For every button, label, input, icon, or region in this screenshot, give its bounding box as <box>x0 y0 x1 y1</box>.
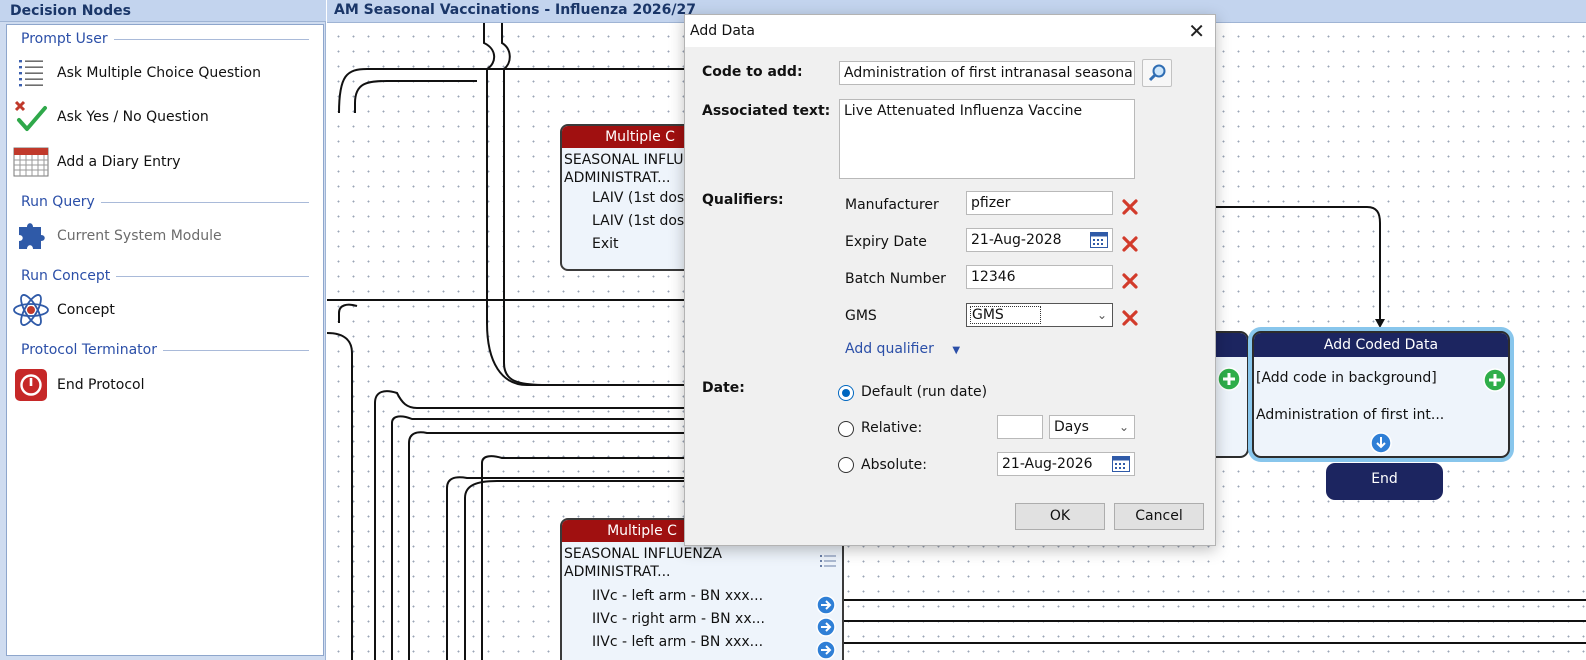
toolbox: Prompt User Ask Multiple Choice Question… <box>6 24 324 656</box>
node-line: [Add code in background] <box>1256 370 1437 386</box>
relative-date-radio[interactable] <box>838 421 854 437</box>
group-heading-protocol-terminator: Protocol Terminator <box>21 341 309 359</box>
radio-label: Default (run date) <box>861 384 988 400</box>
chevron-down-icon: ⌄ <box>1096 308 1107 322</box>
yes-no-icon <box>11 98 51 136</box>
ask-yes-no-tool[interactable]: Ask Yes / No Question <box>11 97 311 137</box>
relative-unit-select[interactable]: Days ⌄ <box>1049 415 1135 439</box>
radio-label: Relative: <box>861 420 923 436</box>
close-icon[interactable]: ✕ <box>1188 19 1205 43</box>
qualifier-name: GMS <box>845 308 877 324</box>
expiry-date-field[interactable]: 21-Aug-2028 <box>966 228 1113 252</box>
tool-label: Concept <box>57 302 115 318</box>
tool-label: Current System Module <box>57 228 222 244</box>
search-button[interactable] <box>1142 59 1172 87</box>
relative-amount-field[interactable] <box>997 415 1043 439</box>
tool-label: Add a Diary Entry <box>57 154 181 170</box>
tool-label: Ask Multiple Choice Question <box>57 65 261 81</box>
dialog-title: Add Data <box>690 23 755 39</box>
node-option: IIVc - left arm - BN xxx... <box>592 634 764 650</box>
remove-icon[interactable] <box>1121 198 1139 216</box>
end-protocol-tool[interactable]: End Protocol <box>11 365 311 405</box>
power-icon <box>11 366 51 404</box>
date-label: Date: <box>702 380 745 396</box>
add-coded-data-node[interactable]: Add Coded Data [Add code in background] … <box>1252 331 1510 458</box>
list-icon <box>819 553 837 575</box>
calendar-icon[interactable] <box>1112 456 1130 475</box>
node-question-line: ADMINISTRAT... <box>564 564 671 580</box>
radio-label: Absolute: <box>861 457 927 473</box>
add-qualifier-link[interactable]: Add qualifier ▼ <box>845 341 960 357</box>
node-option: IIVc - left arm - BN xxx... <box>592 588 764 604</box>
gms-select[interactable]: GMS ⌄ <box>966 303 1113 327</box>
qualifiers-label: Qualifiers: <box>702 192 784 208</box>
down-arrow-icon[interactable] <box>1369 432 1393 460</box>
puzzle-icon <box>11 217 51 255</box>
search-icon <box>1147 63 1167 87</box>
concept-tool[interactable]: Concept <box>11 290 311 330</box>
add-branch-icon[interactable] <box>1217 367 1241 395</box>
absolute-date-radio[interactable] <box>838 457 854 473</box>
qualifier-name: Batch Number <box>845 271 946 287</box>
calendar-icon[interactable] <box>1090 232 1108 251</box>
atom-icon <box>11 291 51 329</box>
dropdown-arrow-icon: ▼ <box>952 345 961 356</box>
tool-label: End Protocol <box>57 377 145 393</box>
ok-button[interactable]: OK <box>1015 503 1105 530</box>
end-node[interactable]: End <box>1326 463 1443 500</box>
associated-text-field[interactable]: Live Attenuated Influenza Vaccine <box>839 99 1135 179</box>
add-branch-icon[interactable] <box>1483 368 1507 396</box>
panel-title: Decision Nodes <box>0 0 326 22</box>
batch-number-field[interactable]: 12346 <box>966 265 1113 289</box>
option-arrow-icon[interactable] <box>815 639 837 660</box>
dialog-titlebar: Add Data ✕ <box>685 15 1215 47</box>
decision-nodes-panel: Decision Nodes Prompt User Ask Multiple … <box>0 0 326 660</box>
remove-icon[interactable] <box>1121 272 1139 290</box>
node-header: Add Coded Data <box>1254 333 1508 357</box>
group-heading-prompt-user: Prompt User <box>21 30 309 48</box>
remove-icon[interactable] <box>1121 309 1139 327</box>
code-field[interactable]: Administration of first intranasal seaso… <box>839 61 1135 85</box>
cancel-button[interactable]: Cancel <box>1114 503 1204 530</box>
chevron-down-icon: ⌄ <box>1118 420 1129 434</box>
absolute-date-field[interactable]: 21-Aug-2026 <box>997 452 1135 476</box>
qualifier-name: Manufacturer <box>845 197 939 213</box>
code-label: Code to add: <box>702 64 803 80</box>
group-heading-run-concept: Run Concept <box>21 267 309 285</box>
node-line: Administration of first int... <box>1256 407 1445 423</box>
remove-icon[interactable] <box>1121 235 1139 253</box>
tool-label: Ask Yes / No Question <box>57 109 209 125</box>
qualifier-name: Expiry Date <box>845 234 927 250</box>
ask-multiple-choice-tool[interactable]: Ask Multiple Choice Question <box>11 53 311 93</box>
current-system-module-tool[interactable]: Current System Module <box>11 216 311 256</box>
add-data-dialog: Add Data ✕ Code to add: Administration o… <box>684 14 1216 546</box>
group-heading-run-query: Run Query <box>21 193 309 211</box>
add-diary-entry-tool[interactable]: Add a Diary Entry <box>11 142 311 182</box>
default-date-radio[interactable] <box>838 385 854 401</box>
node-option: IIVc - right arm - BN xx... <box>592 611 765 627</box>
list-icon <box>11 54 51 92</box>
manufacturer-field[interactable]: pfizer <box>966 191 1113 215</box>
associated-text-label: Associated text: <box>702 103 831 119</box>
calendar-icon <box>11 143 51 181</box>
